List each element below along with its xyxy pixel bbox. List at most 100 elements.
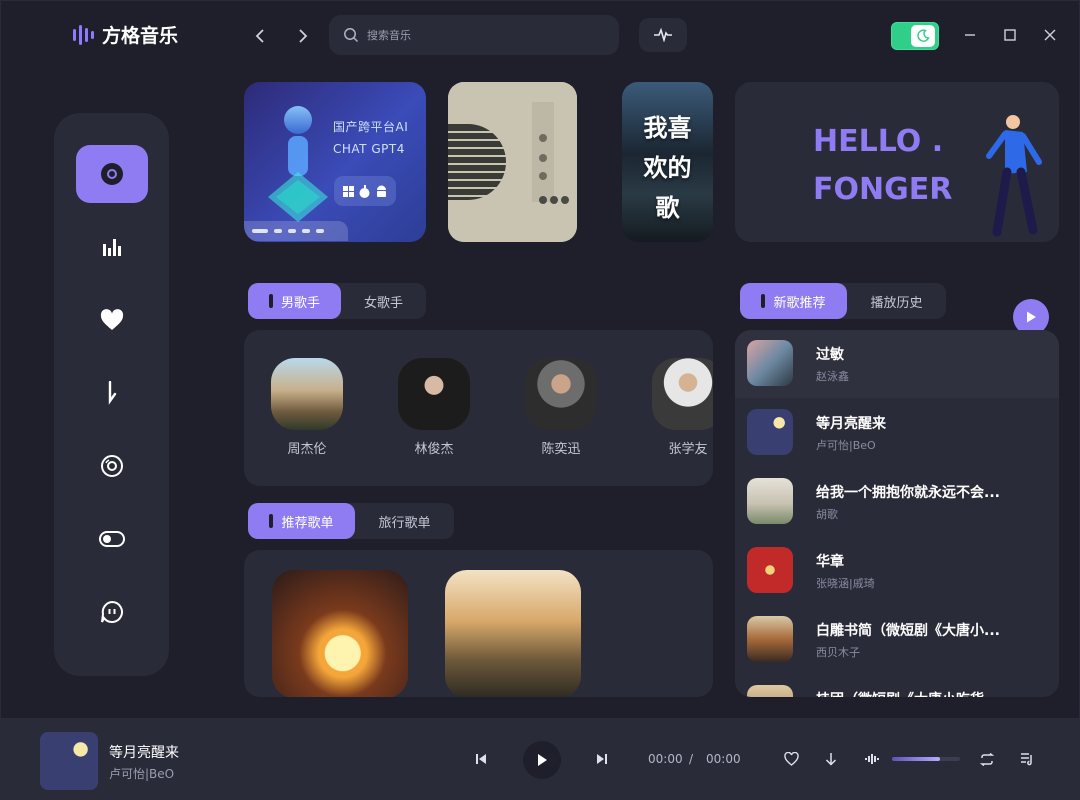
heart-icon	[100, 309, 124, 330]
play-icon	[1027, 311, 1036, 323]
repeat-button[interactable]	[978, 751, 996, 767]
song-title: 等月亮醒来	[816, 416, 886, 432]
tab-recommended-playlists[interactable]: 推荐歌单	[248, 503, 355, 539]
arrow-down-icon	[825, 753, 837, 766]
banner-hello[interactable]: HELLO . FONGER	[735, 82, 1059, 242]
walking-person-illustration	[986, 115, 1042, 237]
minimize-button[interactable]	[960, 25, 980, 45]
bar-chart-icon	[103, 239, 121, 256]
avatar	[271, 358, 343, 430]
volume-slider[interactable]	[892, 757, 960, 761]
avatar	[525, 358, 597, 430]
playlist-card-road-trip[interactable]	[445, 570, 581, 697]
minimize-icon	[965, 34, 975, 36]
now-playing-cover[interactable]	[40, 732, 98, 790]
search-input[interactable]	[367, 28, 597, 42]
song-title: 桂团（微短剧《大唐小吃货	[816, 689, 984, 697]
tab-travel-playlists[interactable]: 旅行歌单	[355, 503, 454, 539]
banner-speaker[interactable]	[448, 82, 577, 242]
playlist-icon	[1021, 753, 1032, 766]
playlist-queue-button[interactable]	[1018, 750, 1036, 768]
back-button[interactable]	[250, 23, 270, 49]
song-item[interactable]: 桂团（微短剧《大唐小吃货	[735, 675, 1059, 697]
song-item[interactable]: 过敏 赵泳鑫	[735, 330, 1059, 398]
carousel-dots[interactable]	[244, 221, 348, 241]
close-button[interactable]	[1040, 25, 1060, 45]
sidebar-item-favorites[interactable]	[76, 291, 148, 349]
sidebar-item-charts[interactable]	[76, 218, 148, 276]
song-cover	[747, 616, 793, 662]
song-item[interactable]: 白雕书简（微短剧《大唐小... 西贝木子	[735, 606, 1059, 674]
chevron-right-icon	[299, 29, 308, 43]
app-window: 方格音乐 搜索音乐 国产跨平台AI CHAT GPT4 我喜 欢的 歌 HELL…	[0, 0, 1080, 800]
sidebar-item-chat[interactable]	[76, 583, 148, 641]
android-icon	[377, 185, 387, 197]
sidebar	[54, 113, 169, 676]
chevron-left-icon	[255, 29, 264, 43]
maximize-button[interactable]	[1000, 25, 1020, 45]
tab-new-songs[interactable]: 新歌推荐	[740, 283, 847, 319]
song-title: 过敏	[816, 347, 844, 363]
tab-play-history[interactable]: 播放历史	[847, 283, 946, 319]
sidebar-item-download[interactable]	[76, 364, 148, 422]
artist-card[interactable]: 张学友	[652, 358, 713, 457]
song-title: 给我一个拥抱你就永远不会...	[816, 485, 1000, 501]
song-artist: 卢可怡|BeO	[816, 439, 876, 452]
next-button[interactable]	[594, 751, 610, 767]
song-item[interactable]: 给我一个拥抱你就永远不会... 胡歌	[735, 468, 1059, 536]
artist-name: 陈奕迅	[541, 442, 581, 457]
cd-icon	[101, 455, 123, 477]
artist-card[interactable]: 陈奕迅	[525, 358, 597, 457]
volume-button[interactable]	[863, 751, 881, 767]
sidebar-item-settings[interactable]	[76, 510, 148, 568]
waveform-button[interactable]	[639, 18, 687, 52]
artist-name: 周杰伦	[287, 442, 327, 457]
banner-text-line2: 欢的	[643, 154, 692, 182]
song-artist: 西贝木子	[816, 646, 860, 659]
volume-fill	[892, 757, 940, 761]
playlist-card-moon-girl[interactable]	[272, 570, 408, 697]
now-playing-artist: 卢可怡|BeO	[109, 767, 175, 781]
song-item[interactable]: 华章 张晓涵|戚琦	[735, 537, 1059, 605]
platform-icons	[334, 176, 396, 206]
chat-bubble-icon	[101, 600, 123, 623]
app-name: 方格音乐	[102, 25, 179, 47]
artist-card[interactable]: 林俊杰	[398, 358, 470, 457]
song-artist: 赵泳鑫	[816, 370, 849, 383]
playlist-tabs: 推荐歌单 旅行歌单	[248, 503, 454, 539]
search-box[interactable]	[329, 15, 619, 55]
banner-hello-line1: HELLO .	[813, 124, 944, 159]
song-list: 过敏 赵泳鑫 等月亮醒来 卢可怡|BeO 给我一个拥抱你就永远不会... 胡歌 …	[735, 330, 1059, 697]
search-icon	[344, 28, 359, 43]
play-button[interactable]	[523, 741, 561, 779]
tab-male-singers[interactable]: 男歌手	[248, 283, 341, 319]
repeat-icon	[979, 752, 995, 766]
song-title: 白雕书简（微短剧《大唐小...	[816, 623, 1000, 639]
skip-next-icon	[597, 754, 607, 764]
app-logo: 方格音乐	[73, 21, 178, 48]
close-icon	[1044, 29, 1056, 41]
like-button[interactable]	[782, 751, 800, 767]
total-time: 00:00	[706, 752, 741, 766]
song-cover	[747, 685, 793, 697]
banner-text-line3: 歌	[655, 194, 680, 222]
forward-button[interactable]	[293, 23, 313, 49]
player-bar: 等月亮醒来 卢可怡|BeO 00:00 / 00:00	[1, 718, 1079, 799]
banner-ai-promo[interactable]: 国产跨平台AI CHAT GPT4	[244, 82, 426, 242]
banner-title-line1: 国产跨平台AI	[333, 120, 409, 134]
artist-card[interactable]: 周杰伦	[271, 358, 343, 457]
tab-female-singers[interactable]: 女歌手	[341, 283, 426, 319]
song-cover	[747, 340, 793, 386]
sidebar-item-album[interactable]	[76, 437, 148, 495]
artist-name: 张学友	[668, 442, 708, 457]
artist-panel: 周杰伦 林俊杰 陈奕迅 张学友	[244, 330, 713, 486]
previous-button[interactable]	[473, 751, 489, 767]
theme-toggle[interactable]	[891, 22, 939, 50]
banner-favorite-songs[interactable]: 我喜 欢的 歌	[622, 82, 713, 242]
toggle-icon	[99, 531, 125, 547]
sidebar-item-disc[interactable]	[76, 145, 148, 203]
download-button[interactable]	[823, 750, 839, 768]
song-artist: 胡歌	[816, 508, 838, 521]
maximize-icon	[1004, 29, 1016, 41]
song-item[interactable]: 等月亮醒来 卢可怡|BeO	[735, 399, 1059, 467]
